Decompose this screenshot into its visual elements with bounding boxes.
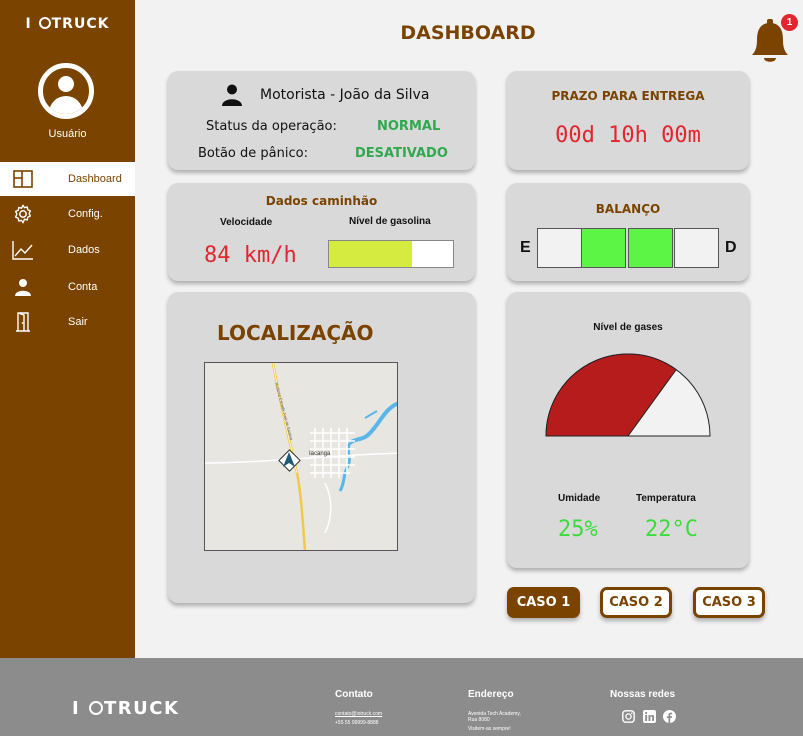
map[interactable]: Iacanga Rodovia Estrada José de Saraiva bbox=[204, 362, 398, 551]
sidebar-item-sair[interactable]: Sair bbox=[0, 305, 135, 339]
gear-logo-icon bbox=[88, 701, 103, 715]
footer: I TRUCK Contato contato@iotruck.com +55 … bbox=[0, 658, 803, 736]
humidity-value: 25% bbox=[558, 517, 598, 542]
footer-address-line2: Rua 8080 bbox=[468, 717, 490, 723]
footer-contact-email[interactable]: contato@iotruck.com bbox=[335, 711, 382, 717]
balance-left-label: E bbox=[520, 239, 531, 256]
page-title: DASHBOARD bbox=[400, 22, 536, 44]
humidity-label: Umidade bbox=[558, 493, 601, 504]
balance-title: BALANÇO bbox=[595, 202, 661, 216]
temperature-value: 22°C bbox=[645, 517, 698, 542]
layout-icon bbox=[12, 168, 34, 190]
truck-title: Dados caminhão bbox=[265, 194, 378, 208]
sidebar-item-dashboard[interactable]: Dashboard bbox=[0, 162, 135, 196]
sidebar: I TRUCK Usuário Dashboard Config. Dados … bbox=[0, 0, 135, 658]
balance-segment bbox=[537, 228, 582, 268]
footer-contact-phone: +55 55 99999-8888 bbox=[335, 720, 379, 726]
logo-suffix: TRUCK bbox=[103, 698, 180, 719]
person-icon bbox=[220, 83, 244, 107]
sidebar-item-conta[interactable]: Conta bbox=[0, 270, 135, 304]
balance-segment bbox=[674, 228, 719, 268]
footer-address-line3: Visitem-as sempre! bbox=[468, 726, 511, 732]
logo-suffix: TRUCK bbox=[51, 16, 110, 32]
deadline-card: PRAZO PARA ENTREGA 00d 10h 00m bbox=[507, 71, 749, 170]
sidebar-logo[interactable]: I TRUCK bbox=[0, 16, 135, 32]
sidebar-item-label: Conta bbox=[68, 281, 98, 293]
truck-card: Dados caminhão Velocidade 84 km/h Nível … bbox=[168, 183, 475, 281]
fuel-bar bbox=[328, 240, 454, 268]
footer-social-title: Nossas redes bbox=[610, 689, 676, 700]
gear-icon bbox=[12, 203, 34, 225]
case-1-button[interactable]: CASO 1 bbox=[507, 587, 580, 618]
linkedin-icon[interactable] bbox=[643, 710, 656, 723]
balance-segment bbox=[581, 228, 626, 268]
map-city-label: Iacanga bbox=[309, 451, 331, 457]
sidebar-item-config[interactable]: Config. bbox=[0, 197, 135, 231]
deadline-title: PRAZO PARA ENTREGA bbox=[551, 89, 705, 103]
speed-value: 84 km/h bbox=[204, 243, 297, 268]
user-label: Usuário bbox=[48, 128, 87, 140]
status-label: Status da operação: bbox=[206, 119, 337, 134]
speed-label: Velocidade bbox=[220, 217, 273, 228]
temperature-label: Temperatura bbox=[636, 493, 696, 504]
footer-contact-title: Contato bbox=[335, 689, 373, 700]
deadline-value: 00d 10h 00m bbox=[555, 123, 701, 148]
panic-label: Botão de pânico: bbox=[198, 146, 308, 161]
gases-gauge bbox=[545, 353, 711, 437]
driver-row: Motorista - João da Silva bbox=[220, 83, 429, 107]
sidebar-item-label: Dashboard bbox=[68, 173, 122, 185]
balance-card: BALANÇO E D bbox=[507, 183, 749, 281]
location-title: LOCALIZAÇÃO bbox=[217, 321, 374, 345]
sidebar-item-label: Dados bbox=[68, 244, 100, 256]
logo-prefix: I bbox=[25, 16, 32, 32]
status-value: NORMAL bbox=[377, 119, 441, 134]
balance-segment bbox=[628, 228, 673, 268]
avatar[interactable] bbox=[38, 63, 94, 119]
instagram-icon[interactable] bbox=[622, 710, 635, 723]
chart-line-icon bbox=[12, 239, 34, 261]
gases-card: Nível de gases Umidade 25% Temperatura 2… bbox=[507, 292, 749, 568]
fuel-label: Nível de gasolina bbox=[349, 216, 431, 227]
sidebar-item-dados[interactable]: Dados bbox=[0, 233, 135, 267]
footer-address-title: Endereço bbox=[468, 689, 514, 700]
balance-right-label: D bbox=[725, 239, 737, 256]
notification-badge: 1 bbox=[781, 14, 798, 31]
sidebar-item-label: Sair bbox=[68, 316, 88, 328]
panic-value: DESATIVADO bbox=[355, 146, 448, 161]
footer-logo[interactable]: I TRUCK bbox=[72, 698, 179, 719]
person-icon bbox=[12, 276, 34, 298]
gear-logo-icon bbox=[38, 17, 51, 29]
facebook-icon[interactable] bbox=[663, 710, 676, 723]
driver-card: Motorista - João da Silva Status da oper… bbox=[168, 71, 475, 170]
location-card: LOCALIZAÇÃO Iacanga Rodovia Estrada José… bbox=[168, 292, 475, 603]
case-2-button[interactable]: CASO 2 bbox=[600, 587, 672, 618]
gases-title: Nível de gases bbox=[593, 322, 663, 333]
driver-name: Motorista - João da Silva bbox=[260, 87, 430, 103]
fuel-fill bbox=[329, 241, 413, 267]
door-icon bbox=[12, 311, 34, 333]
logo-prefix: I bbox=[72, 698, 81, 719]
sidebar-item-label: Config. bbox=[68, 208, 103, 220]
case-3-button[interactable]: CASO 3 bbox=[693, 587, 765, 618]
